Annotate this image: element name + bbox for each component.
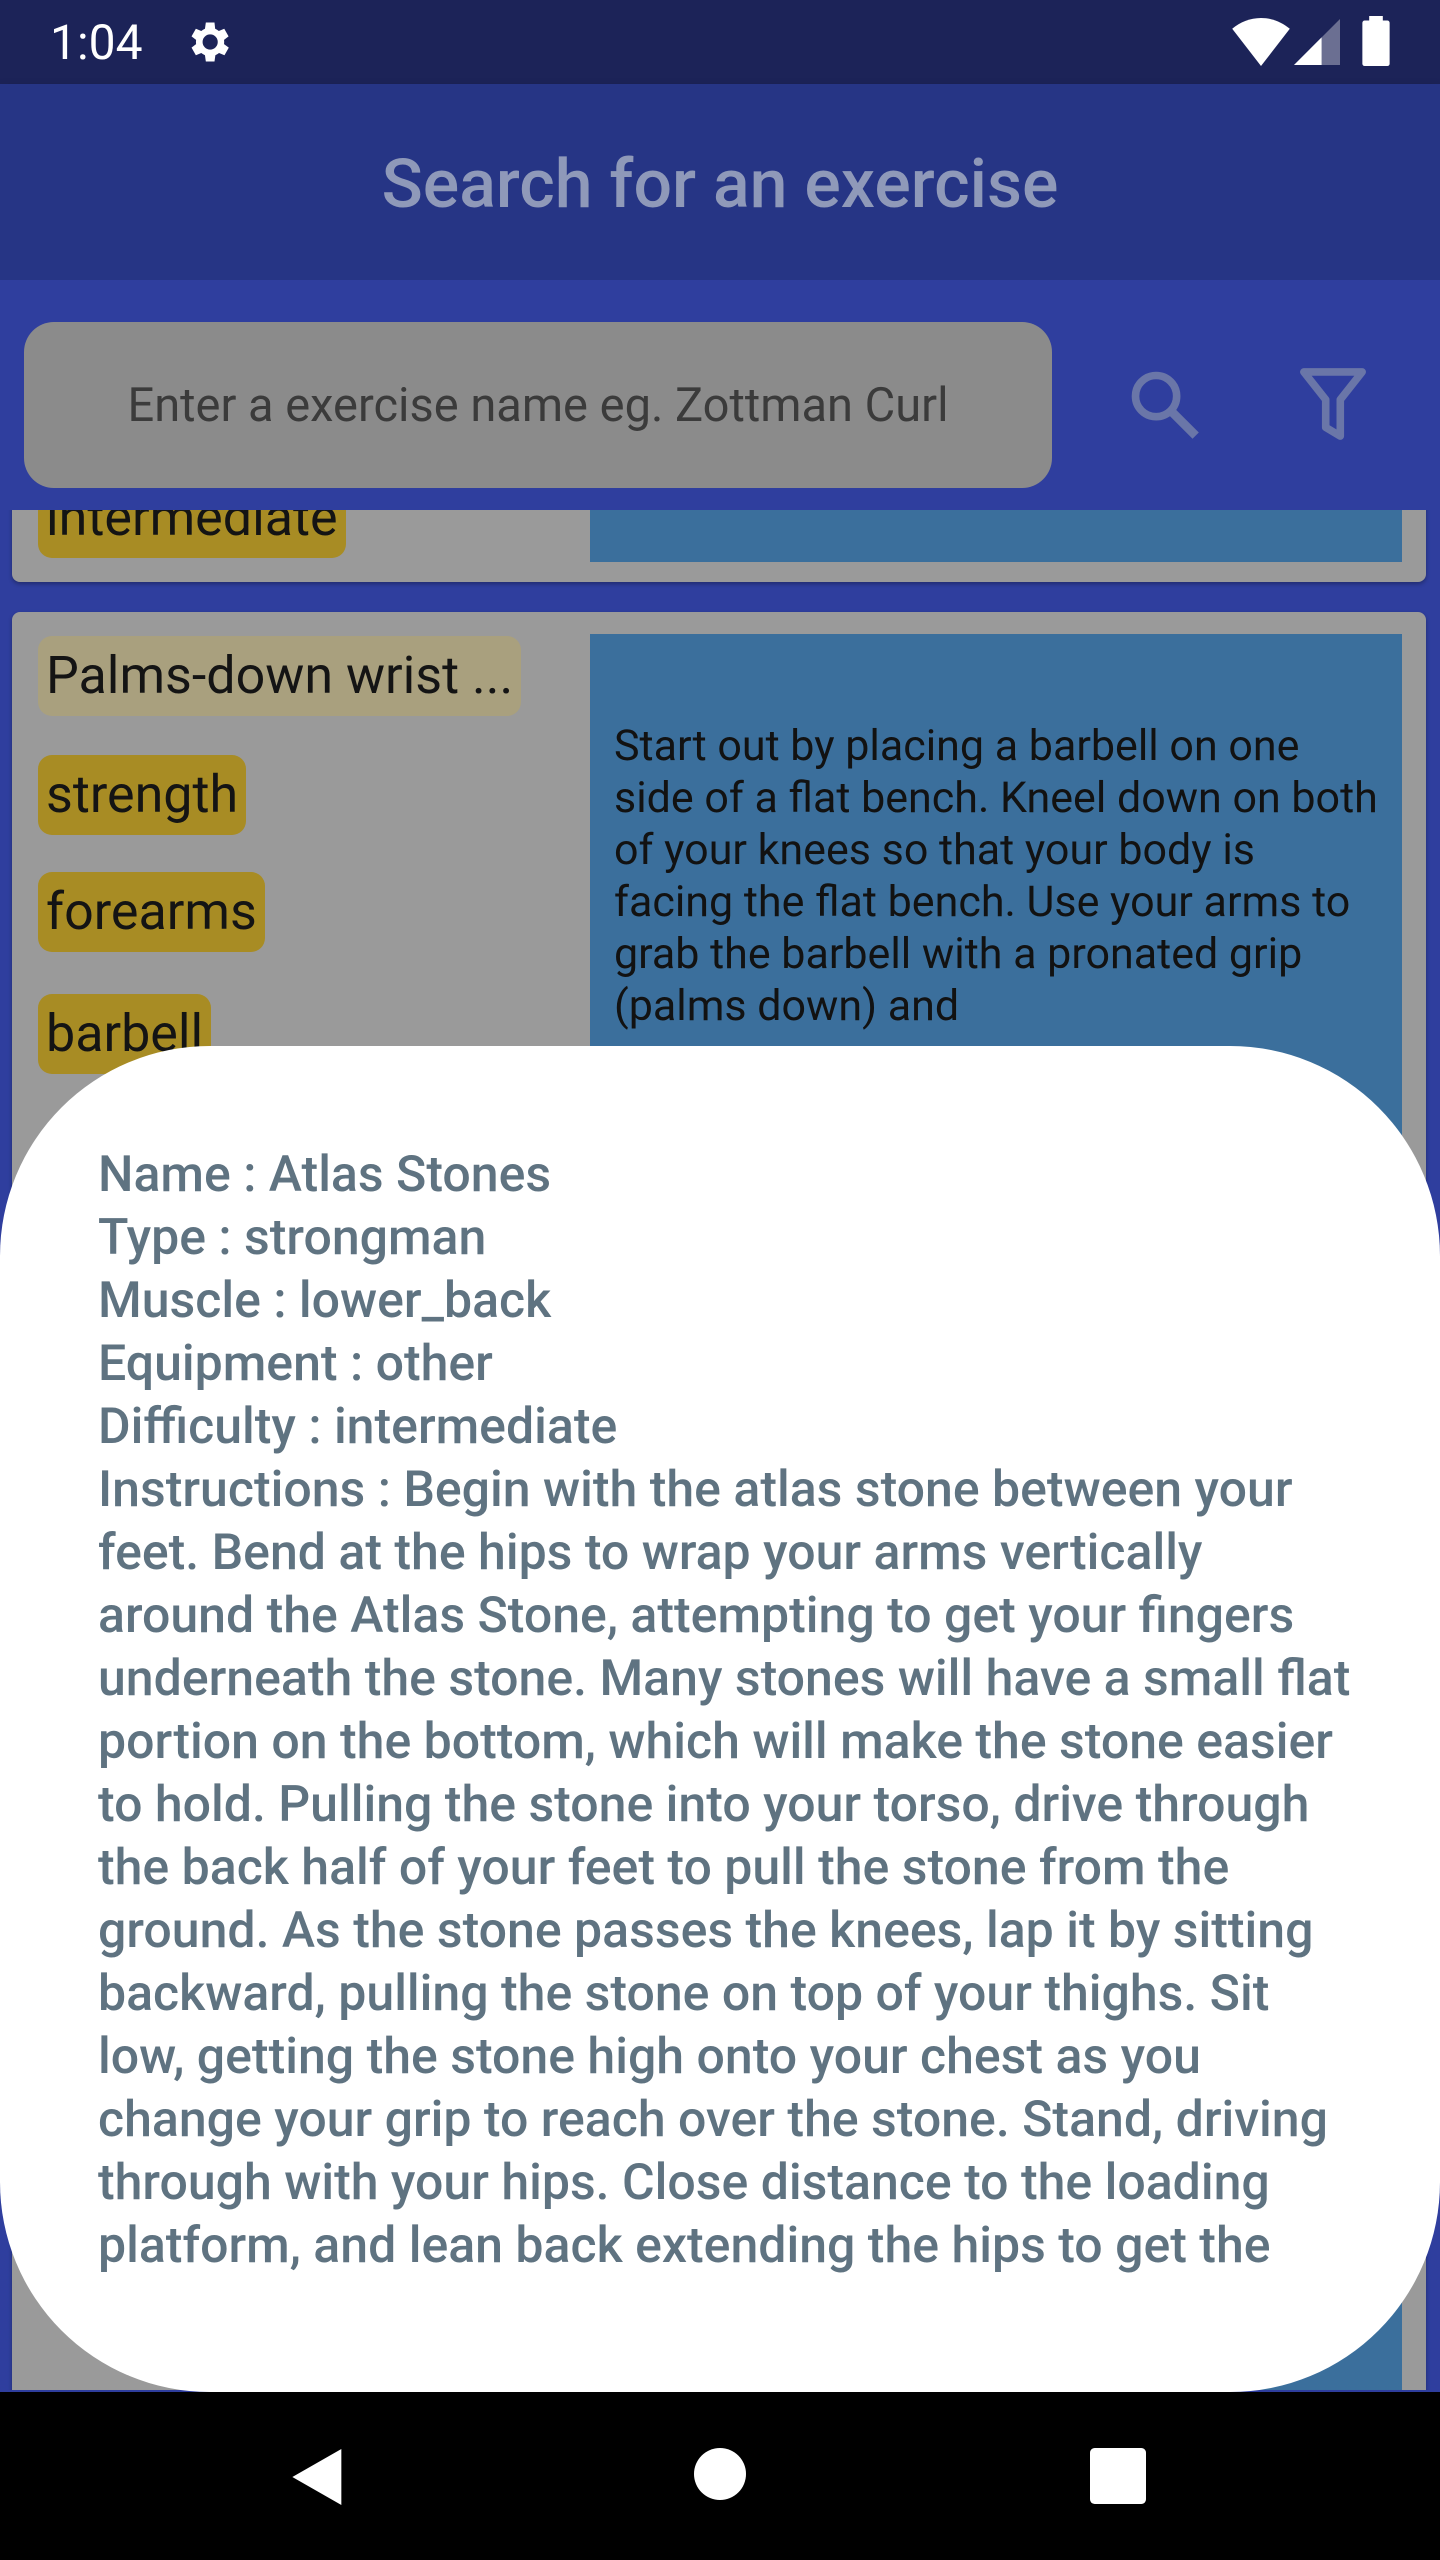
search-area: [0, 280, 1440, 510]
detail-difficulty: Difficulty : intermediate: [98, 1398, 618, 1456]
wifi-icon: [1232, 18, 1290, 66]
filter-icon[interactable]: [1298, 366, 1368, 442]
battery-icon: [1362, 16, 1390, 66]
search-icon[interactable]: [1126, 366, 1202, 442]
card-info: intermediate: [12, 510, 582, 582]
difficulty-chip: intermediate: [38, 510, 346, 558]
description-text: Start out by placing a barbell on one si…: [614, 721, 1378, 1031]
card-description: [590, 510, 1402, 562]
status-bar: 1:04: [0, 0, 1440, 84]
home-icon[interactable]: [694, 2448, 746, 2500]
status-time: 1:04: [50, 14, 143, 71]
exercise-detail-dialog[interactable]: Name : Atlas Stones Type : strongman Mus…: [0, 1046, 1440, 2392]
detail-instructions: Instructions : Begin with the atlas ston…: [98, 1461, 1351, 2284]
gear-icon: [191, 22, 229, 62]
detail-name: Name : Atlas Stones: [98, 1146, 552, 1204]
muscle-chip: forearms: [38, 872, 265, 952]
recents-icon[interactable]: [1090, 2448, 1146, 2504]
back-icon[interactable]: [290, 2446, 346, 2508]
detail-equipment: Equipment : other: [98, 1335, 493, 1393]
page-title: Search for an exercise: [381, 144, 1059, 224]
app-bar: Search for an exercise: [0, 84, 1440, 280]
detail-type: Type : strongman: [98, 1209, 487, 1267]
exercise-name-chip: Palms-down wrist ...: [38, 636, 522, 716]
dialog-content: Name : Atlas Stones Type : strongman Mus…: [98, 1144, 1358, 2284]
exercise-card[interactable]: intermediate: [12, 510, 1426, 582]
type-chip: strength: [38, 755, 247, 835]
detail-muscle: Muscle : lower_back: [98, 1272, 552, 1330]
search-input[interactable]: [24, 322, 1052, 488]
signal-icon: [1294, 19, 1340, 65]
